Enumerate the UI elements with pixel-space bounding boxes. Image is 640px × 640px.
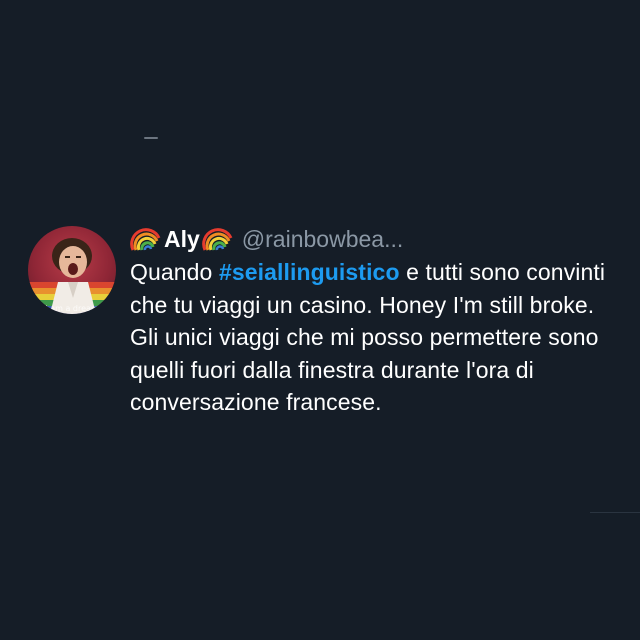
user-handle[interactable]: @rainbowbea... — [242, 226, 403, 253]
tweet-header: Aly @rainbowbea... — [130, 222, 612, 256]
divider-line — [590, 512, 640, 513]
rainbow-icon — [130, 228, 161, 251]
tweet-text: Quando #seiallinguistico e tutti sono co… — [130, 256, 612, 419]
rainbow-icon — [201, 228, 233, 251]
avatar-watermark: I am a dream — [45, 304, 99, 313]
display-name[interactable]: Aly — [164, 226, 200, 253]
avatar[interactable]: I am a dream — [28, 226, 116, 314]
decorative-dash — [144, 137, 158, 139]
avatar-photo — [28, 238, 116, 314]
hashtag-link[interactable]: #seiallinguistico — [219, 259, 400, 285]
tweet-content: Aly @rainbowbea... Quando #seiallinguist… — [130, 222, 612, 419]
tweet-text-before: Quando — [130, 259, 219, 285]
